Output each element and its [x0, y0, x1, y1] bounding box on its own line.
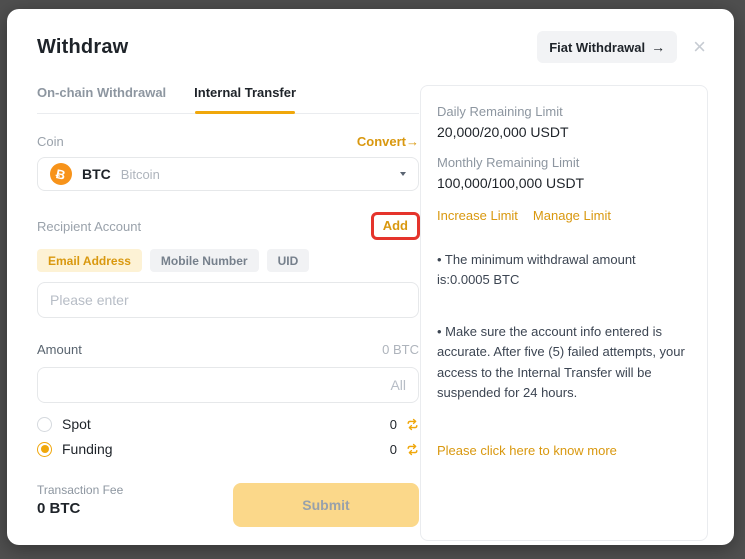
- account-row-spot[interactable]: Spot 0: [37, 416, 419, 432]
- arrow-right-icon: →: [406, 134, 419, 149]
- method-pill-uid[interactable]: UID: [267, 249, 310, 272]
- fiat-withdrawal-label: Fiat Withdrawal: [549, 40, 645, 55]
- radio-funding[interactable]: [37, 442, 52, 457]
- coin-selector[interactable]: Ƀ BTC Bitcoin: [37, 157, 419, 191]
- tab-onchain-withdrawal[interactable]: On-chain Withdrawal: [37, 85, 166, 100]
- btc-icon: Ƀ: [50, 163, 72, 185]
- arrow-right-icon: →: [651, 39, 665, 55]
- modal-header: Withdraw Fiat Withdrawal → ×: [7, 9, 734, 63]
- convert-label: Convert: [357, 134, 406, 149]
- manage-limit-link[interactable]: Manage Limit: [533, 208, 611, 223]
- daily-limit-value: 20,000/20,000 USDT: [437, 124, 691, 140]
- note-minimum-withdrawal: • The minimum withdrawal amount is:0.000…: [437, 250, 691, 290]
- increase-limit-link[interactable]: Increase Limit: [437, 208, 518, 223]
- spot-balance: 0: [390, 417, 397, 432]
- radio-spot[interactable]: [37, 417, 52, 432]
- add-recipient-link[interactable]: Add: [383, 218, 408, 233]
- amount-available: 0 BTC: [382, 342, 419, 357]
- fiat-withdrawal-button[interactable]: Fiat Withdrawal →: [537, 31, 677, 63]
- daily-limit-label: Daily Remaining Limit: [437, 104, 691, 119]
- transaction-fee-value: 0 BTC: [37, 500, 123, 517]
- coin-name: Bitcoin: [121, 167, 160, 182]
- know-more-link[interactable]: Please click here to know more: [437, 443, 691, 458]
- monthly-limit-value: 100,000/100,000 USDT: [437, 175, 691, 191]
- recipient-input[interactable]: [37, 282, 419, 318]
- convert-link[interactable]: Convert→: [357, 134, 419, 149]
- refresh-icon[interactable]: [406, 418, 419, 431]
- withdrawal-tabs: On-chain Withdrawal Internal Transfer: [37, 85, 419, 114]
- method-pill-mobile-number[interactable]: Mobile Number: [150, 249, 259, 272]
- tab-internal-transfer[interactable]: Internal Transfer: [194, 85, 296, 100]
- chevron-down-icon: [400, 172, 406, 176]
- amount-input[interactable]: [37, 367, 419, 403]
- recipient-method-pills: Email Address Mobile Number UID: [37, 249, 419, 272]
- note-account-accuracy: • Make sure the account info entered is …: [437, 322, 691, 403]
- spot-label: Spot: [62, 416, 91, 432]
- amount-label: Amount: [37, 342, 82, 357]
- funding-balance: 0: [390, 442, 397, 457]
- method-pill-email-address[interactable]: Email Address: [37, 249, 142, 272]
- page-title: Withdraw: [37, 36, 128, 59]
- close-icon[interactable]: ×: [691, 36, 708, 58]
- withdraw-form: On-chain Withdrawal Internal Transfer Co…: [37, 85, 419, 541]
- transaction-fee-block: Transaction Fee 0 BTC: [37, 483, 123, 517]
- coin-symbol: BTC: [82, 166, 111, 182]
- monthly-limit-label: Monthly Remaining Limit: [437, 155, 691, 170]
- refresh-icon[interactable]: [406, 443, 419, 456]
- submit-button[interactable]: Submit: [233, 483, 419, 527]
- transaction-fee-label: Transaction Fee: [37, 483, 123, 497]
- recipient-account-label: Recipient Account: [37, 219, 141, 234]
- account-row-funding[interactable]: Funding 0: [37, 441, 419, 457]
- funding-label: Funding: [62, 441, 113, 457]
- withdraw-modal: Withdraw Fiat Withdrawal → × On-chain Wi…: [7, 9, 734, 545]
- limits-info-panel: Daily Remaining Limit 20,000/20,000 USDT…: [420, 85, 708, 541]
- coin-label: Coin: [37, 134, 64, 149]
